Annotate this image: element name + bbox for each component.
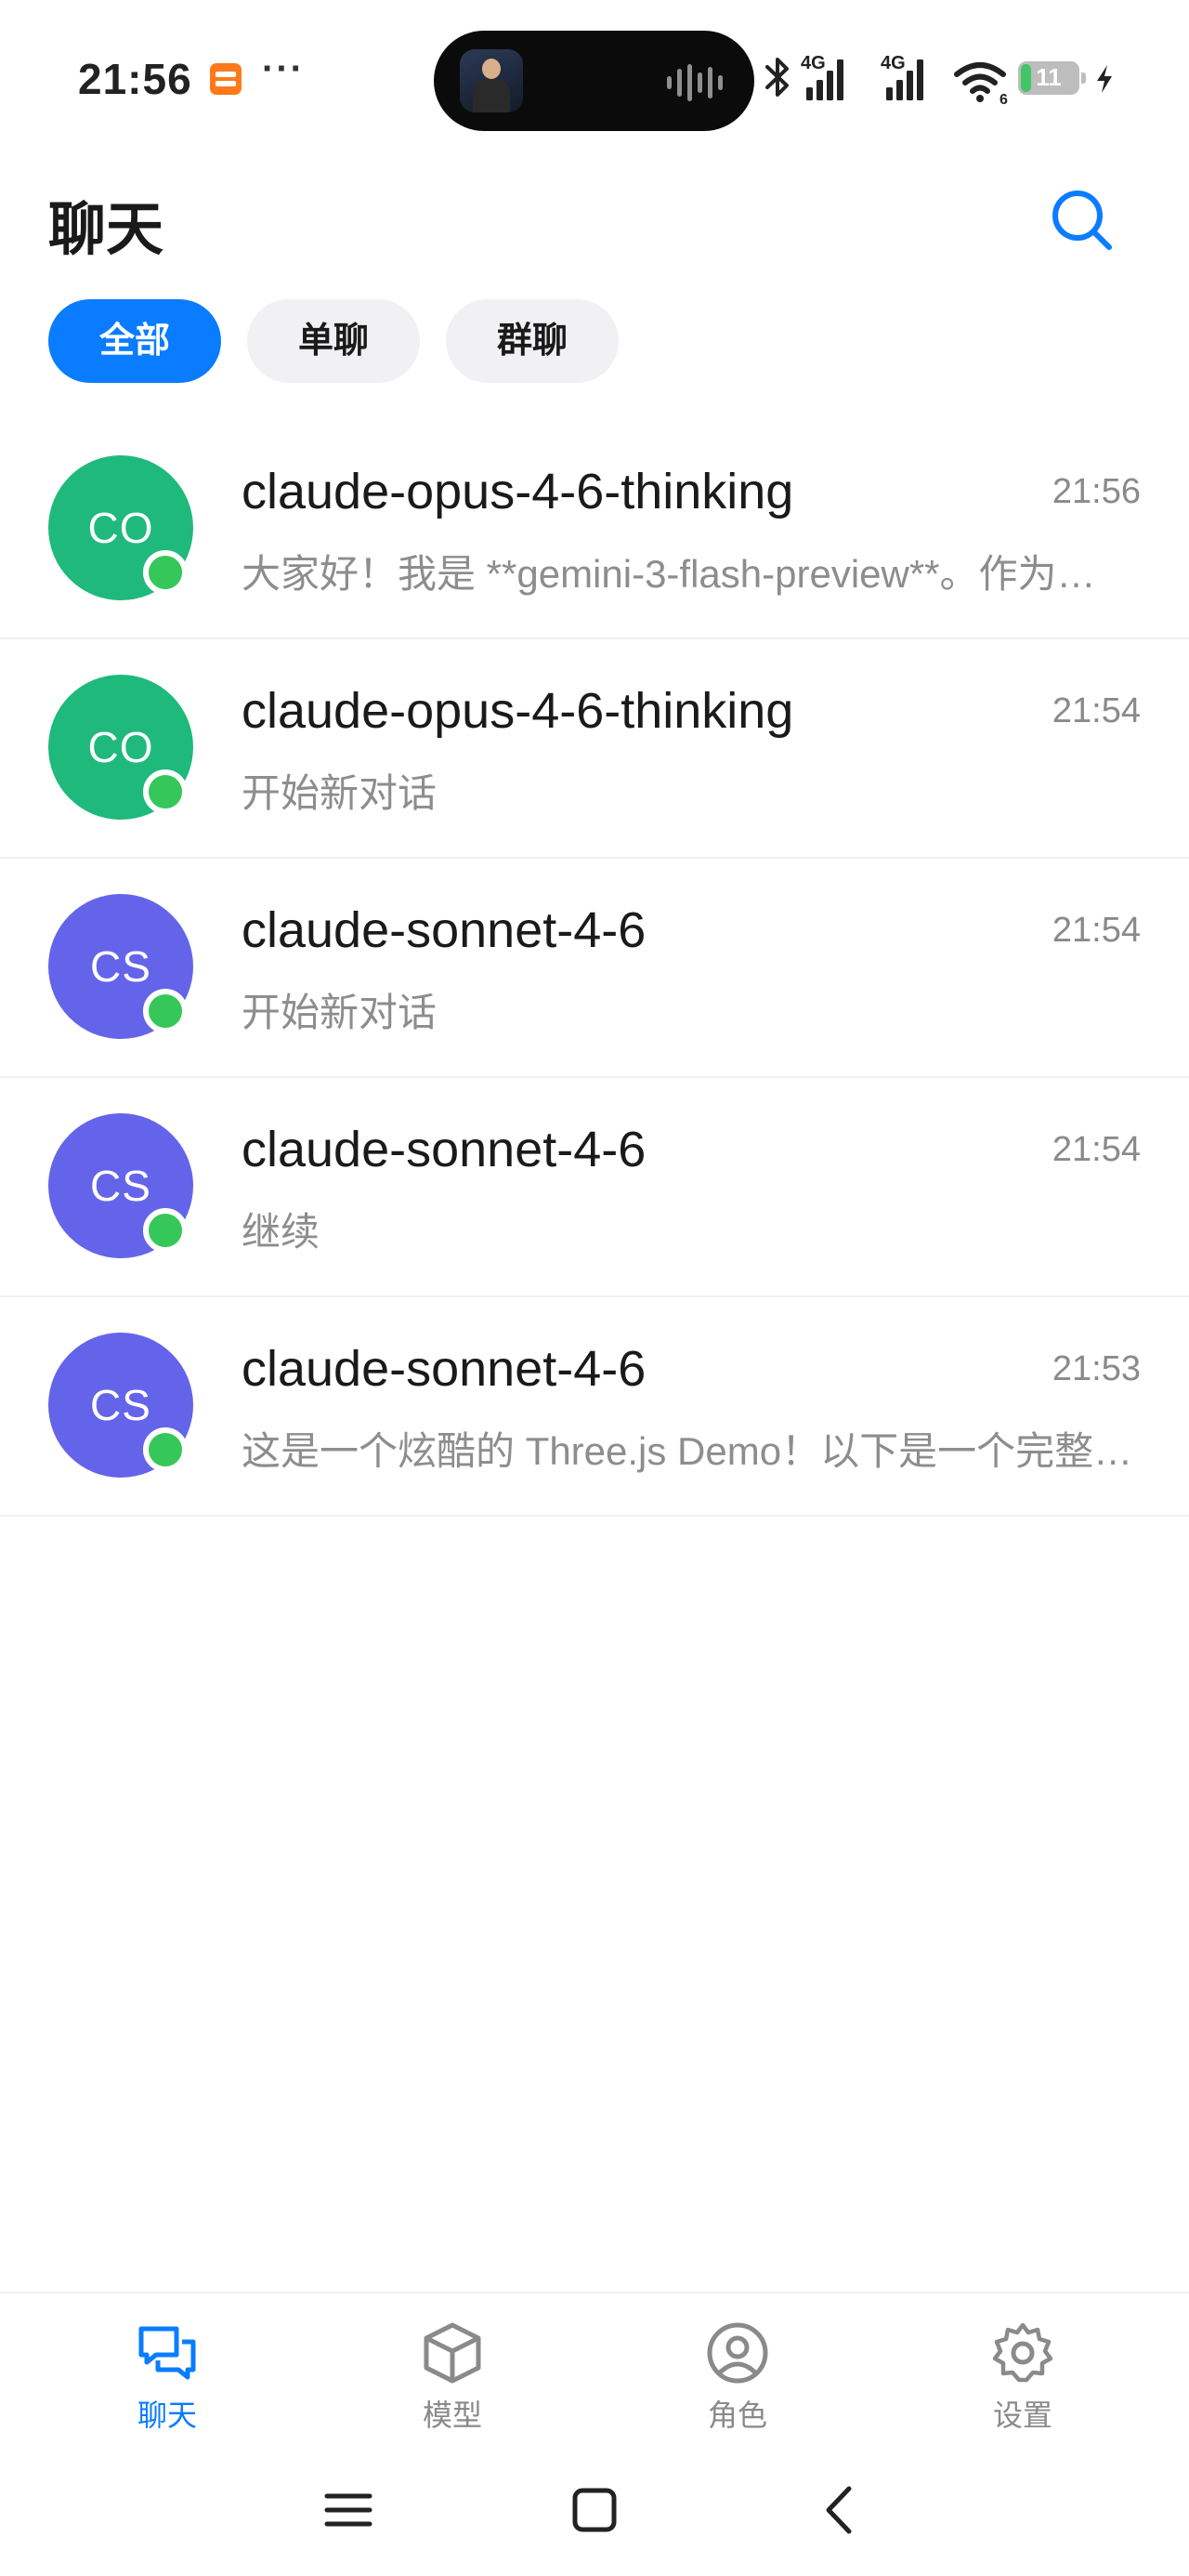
media-thumbnail — [460, 49, 523, 112]
search-icon — [1052, 191, 1112, 250]
nav-label: 角色 — [707, 2399, 767, 2432]
online-indicator — [143, 769, 188, 814]
nav-label: 模型 — [422, 2399, 482, 2432]
chat-name: claude-sonnet-4-6 — [242, 902, 647, 958]
chat-time: 21:53 — [1052, 1349, 1141, 1388]
page-title: 聊天 — [48, 198, 164, 262]
chat-item[interactable]: CS claude-sonnet-4-6 21:54 开始新对话 — [0, 859, 1189, 1078]
status-bar: 21:56 ··· 4G 4G 6 11 — [0, 0, 1189, 139]
cube-icon — [424, 2322, 481, 2384]
nav-item-settings[interactable]: 设置 — [948, 2320, 1097, 2435]
network-type-1: 4G — [801, 53, 826, 73]
chat-icon — [138, 2326, 196, 2380]
more-notifications-indicator: ··· — [262, 48, 305, 89]
chat-item[interactable]: CO claude-opus-4-6-thinking 21:56 大家好！我是… — [0, 420, 1189, 639]
bluetooth-icon — [765, 58, 789, 97]
battery-icon: 11 — [1018, 61, 1086, 95]
online-indicator — [143, 1427, 188, 1472]
wifi-standard-label: 6 — [1000, 92, 1008, 106]
filter-all[interactable]: 全部 — [48, 299, 221, 383]
audio-wave-icon — [667, 64, 723, 101]
network-type-2: 4G — [881, 53, 906, 73]
dynamic-island[interactable] — [434, 31, 754, 131]
chat-preview: 开始新对话 — [242, 991, 438, 1034]
chat-time: 21:56 — [1052, 472, 1141, 511]
system-nav-bar — [0, 2440, 1189, 2576]
charging-icon — [1097, 65, 1112, 93]
back-icon[interactable] — [808, 2477, 873, 2543]
chat-name: claude-opus-4-6-thinking — [242, 683, 794, 739]
filter-group[interactable]: 群聊 — [446, 299, 619, 383]
home-icon[interactable] — [562, 2477, 627, 2543]
chat-preview: 大家好！我是 **gemini-3-flash-preview**。作为本次群聊… — [242, 552, 1133, 596]
online-indicator — [143, 550, 188, 595]
chat-list: CO claude-opus-4-6-thinking 21:56 大家好！我是… — [0, 420, 1189, 1517]
nav-item-roles[interactable]: 角色 — [663, 2320, 812, 2435]
status-time: 21:56 — [78, 55, 192, 103]
wifi-icon: 6 — [954, 62, 1008, 106]
battery-level: 11 — [1036, 63, 1062, 91]
gear-icon — [992, 2322, 1053, 2383]
chat-item[interactable]: CS claude-sonnet-4-6 21:53 这是一个炫酷的 Three… — [0, 1297, 1189, 1517]
chat-item[interactable]: CO claude-opus-4-6-thinking 21:54 开始新对话 — [0, 639, 1189, 859]
online-indicator — [143, 1208, 188, 1253]
person-icon — [707, 2322, 768, 2384]
chat-name: claude-sonnet-4-6 — [242, 1341, 647, 1397]
bottom-nav: 聊天 模型 角色 设置 — [0, 2292, 1189, 2442]
chat-time: 21:54 — [1052, 1130, 1141, 1169]
menu-icon[interactable] — [316, 2477, 381, 2543]
signal-icon: 4G — [801, 53, 843, 100]
nav-label: 聊天 — [137, 2399, 197, 2432]
nav-label: 设置 — [992, 2399, 1052, 2432]
chat-preview: 继续 — [242, 1210, 320, 1254]
filter-tabs: 全部 单聊 群聊 — [48, 299, 619, 383]
filter-direct[interactable]: 单聊 — [247, 299, 420, 383]
online-indicator — [143, 989, 188, 1033]
status-icons: 4G 4G 6 11 — [762, 45, 1124, 110]
chat-time: 21:54 — [1052, 691, 1141, 730]
chat-preview: 这是一个炫酷的 Three.js Demo！以下是一个完整的示例代码 — [242, 1429, 1133, 1473]
nav-item-chat[interactable]: 聊天 — [93, 2320, 242, 2435]
chat-time: 21:54 — [1052, 911, 1141, 950]
chat-preview: 开始新对话 — [242, 771, 438, 815]
chat-name: claude-opus-4-6-thinking — [242, 464, 794, 519]
app-notification-icon — [210, 63, 242, 95]
chat-item[interactable]: CS claude-sonnet-4-6 21:54 继续 — [0, 1078, 1189, 1297]
search-button[interactable] — [1048, 186, 1118, 256]
nav-item-models[interactable]: 模型 — [378, 2320, 527, 2435]
chat-name: claude-sonnet-4-6 — [242, 1122, 647, 1177]
